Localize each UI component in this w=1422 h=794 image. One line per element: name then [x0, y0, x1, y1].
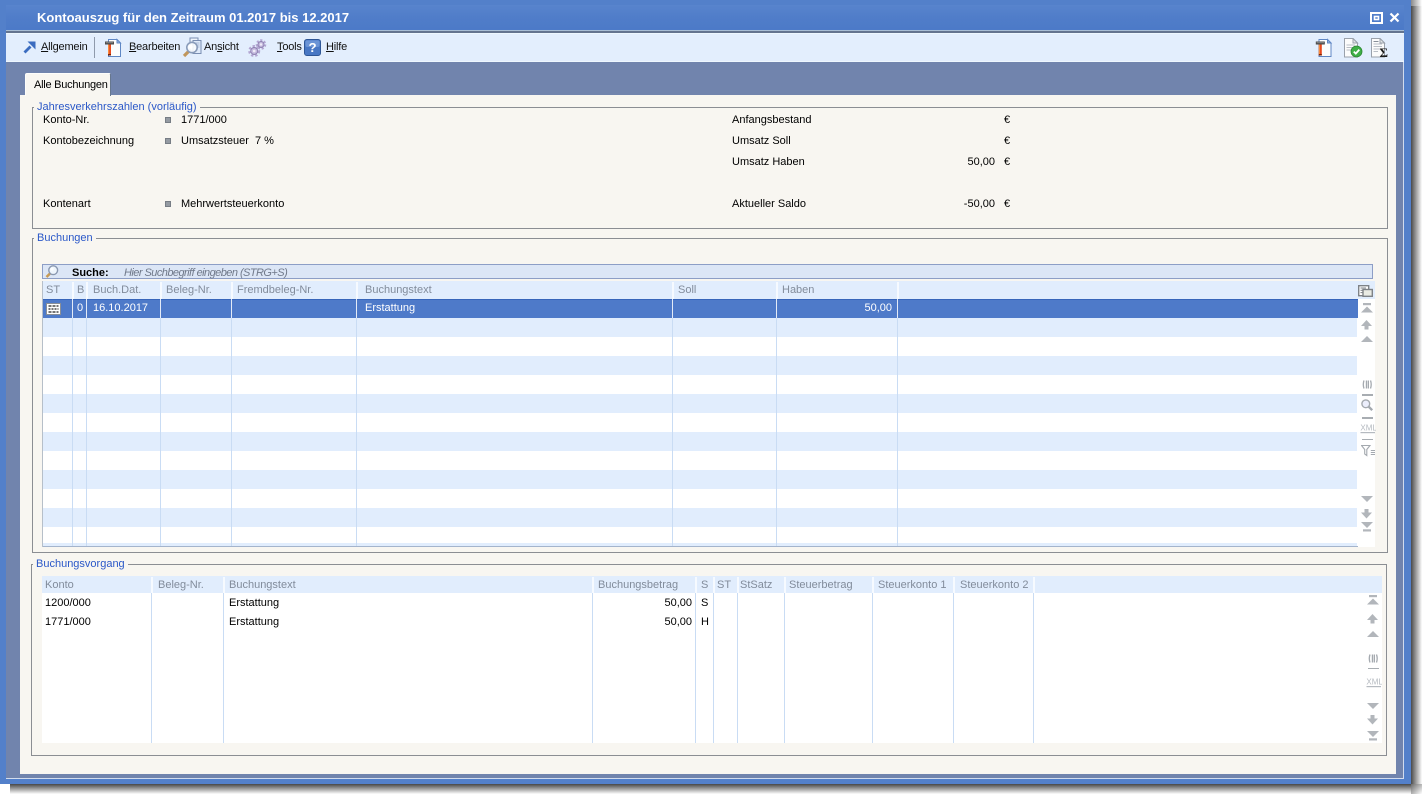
svg-text:Σ: Σ — [1380, 45, 1389, 58]
svg-text:?: ? — [308, 40, 316, 55]
